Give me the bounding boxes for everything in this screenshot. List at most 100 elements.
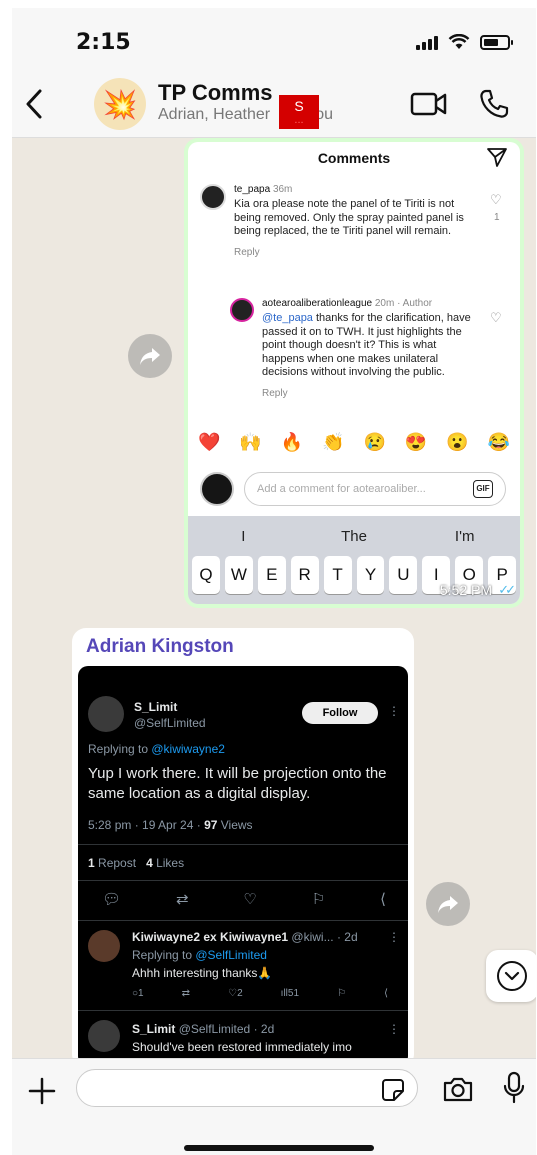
analytics-icon: ıll bbox=[280, 988, 288, 999]
suggestion: I'm bbox=[454, 527, 475, 545]
back-button[interactable] bbox=[20, 86, 50, 122]
outgoing-message-bubble[interactable]: Comments te_papa 36m Kia ora please note… bbox=[184, 138, 524, 608]
plus-icon bbox=[28, 1077, 56, 1105]
share-icon: ⟨ bbox=[380, 891, 386, 908]
emoji-surprised: 😮 bbox=[446, 432, 469, 452]
sender-name[interactable]: Adrian Kingston bbox=[86, 636, 408, 658]
share-arrow-icon bbox=[438, 896, 458, 913]
forward-button[interactable] bbox=[128, 334, 172, 378]
ig-like-count: 1 bbox=[494, 212, 500, 223]
x-likes-label: Likes bbox=[152, 856, 185, 870]
x-reply-header: S_Limit @SelfLimited · 2d bbox=[132, 1022, 274, 1036]
ig-comment-te-papa: te_papa 36m Kia ora please note the pane… bbox=[200, 184, 510, 258]
x-repost-count: 1 bbox=[88, 856, 95, 870]
x-replying-prefix: Replying to bbox=[132, 948, 196, 962]
emoji-clap: 👏 bbox=[322, 432, 345, 452]
red-overlay-badge: S ... bbox=[279, 95, 319, 129]
divider bbox=[78, 844, 408, 845]
key: W bbox=[224, 556, 253, 594]
key: T bbox=[323, 556, 352, 594]
x-likes-count: 4 bbox=[146, 856, 153, 870]
repost-icon: ⇄ bbox=[181, 988, 191, 999]
ig-comment-input-row: Add a comment for aotearoaliber... GIF bbox=[198, 470, 510, 506]
x-tweet-time: 5:28 pm · 19 Apr 24 · bbox=[88, 818, 205, 832]
ig-send-icon bbox=[487, 148, 507, 167]
key: Q bbox=[192, 556, 220, 594]
emoji-crying: 😢 bbox=[363, 432, 386, 452]
camera-icon bbox=[443, 1077, 473, 1102]
key: Y bbox=[356, 556, 385, 594]
message-input[interactable] bbox=[76, 1069, 418, 1107]
x-reply-age: · 2d bbox=[336, 930, 358, 944]
divider bbox=[78, 1010, 408, 1011]
video-call-button[interactable] bbox=[410, 90, 448, 123]
x-reply-replying-to: Replying to @SelfLimited bbox=[132, 948, 267, 962]
ig-reply-link: Reply bbox=[234, 246, 260, 258]
divider bbox=[78, 880, 408, 881]
home-indicator[interactable] bbox=[184, 1145, 374, 1151]
attach-button[interactable] bbox=[28, 1077, 56, 1110]
like-count-value: 2 bbox=[237, 988, 243, 999]
scroll-to-bottom-button[interactable] bbox=[486, 950, 536, 1002]
x-follow-button: Follow bbox=[302, 702, 378, 724]
instagram-comments-screenshot[interactable]: Comments te_papa 36m Kia ora please note… bbox=[188, 142, 520, 604]
message-list[interactable]: Comments te_papa 36m Kia ora please note… bbox=[12, 138, 536, 1058]
key: E bbox=[257, 556, 286, 594]
reply-count-value: 1 bbox=[138, 988, 144, 999]
emoji-laughing: 😂 bbox=[487, 432, 510, 452]
wifi-icon bbox=[448, 34, 470, 49]
explosion-icon: 💥 bbox=[102, 88, 138, 120]
status-icons bbox=[416, 34, 513, 50]
badge-letter: S bbox=[294, 98, 304, 114]
x-thread-screenshot[interactable]: S_Limit @SelfLimited Follow ⋮ Replying t… bbox=[78, 666, 408, 1058]
chevron-down-icon bbox=[497, 961, 527, 991]
bookmark-icon: ⚐ bbox=[337, 988, 347, 999]
suggestion: The bbox=[341, 527, 367, 545]
keyboard-suggestions: I The I'm bbox=[188, 516, 520, 556]
share-icon: ⟨ bbox=[384, 988, 388, 999]
ig-mention: @te_papa bbox=[262, 312, 313, 324]
ig-comment-author: aotearoaliberationleague 20m · Author @t… bbox=[230, 298, 520, 399]
status-bar: 2:15 bbox=[12, 8, 536, 72]
message-composer bbox=[12, 1058, 536, 1155]
x-tweet-stats: 1 Repost 4 Likes bbox=[88, 856, 184, 870]
sticker-button[interactable] bbox=[381, 1078, 405, 1107]
camera-button[interactable] bbox=[442, 1075, 474, 1108]
ig-input-placeholder: Add a comment for aotearoaliber... bbox=[257, 483, 426, 495]
x-avatar-kiwiwayne bbox=[88, 930, 120, 962]
repost-icon: ⇄ bbox=[175, 891, 189, 908]
x-reply-actions: ○1 ⇄ ♡2 ıll51 ⚐ ⟨ bbox=[132, 988, 388, 999]
phone-screen: 2:15 💥 TP Comms Adrian, Heather You S ..… bbox=[12, 8, 536, 1155]
ig-heart-icon: ♡ bbox=[490, 192, 502, 207]
x-replying-handle: @kiwiwayne2 bbox=[151, 742, 225, 756]
heart-icon: ♡ bbox=[243, 891, 257, 908]
divider bbox=[78, 920, 408, 921]
x-reply-handle: @SelfLimited bbox=[178, 1022, 251, 1036]
heart-icon: ♡ bbox=[228, 988, 238, 999]
ig-username: te_papa bbox=[234, 184, 271, 195]
x-avatar-s-limit bbox=[88, 696, 124, 732]
x-reply-text: Should've been restored immediately imo bbox=[132, 1040, 352, 1054]
incoming-message-bubble[interactable]: Adrian Kingston S_Limit @SelfLimited Fol… bbox=[72, 628, 414, 1058]
forward-button[interactable] bbox=[426, 882, 470, 926]
x-reply-text: Ahhh interesting thanks🙏 bbox=[132, 966, 273, 980]
ig-avatar-te-papa bbox=[200, 184, 226, 210]
share-arrow-icon bbox=[140, 348, 160, 365]
ig-comment-text: Kia ora please note the panel of te Tiri… bbox=[234, 198, 464, 237]
chat-title[interactable]: TP Comms bbox=[158, 80, 273, 106]
x-tweet-meta: 5:28 pm · 19 Apr 24 · 97 Views bbox=[88, 818, 253, 832]
group-avatar[interactable]: 💥 bbox=[94, 78, 146, 130]
voice-call-button[interactable] bbox=[478, 88, 510, 125]
x-action-bar: 💬︎ ⇄ ♡ ⚐ ⟨ bbox=[102, 890, 386, 908]
ig-comment-header: te_papa 36m bbox=[234, 184, 470, 195]
microphone-button[interactable] bbox=[502, 1071, 526, 1110]
cellular-signal-icon bbox=[416, 34, 438, 50]
ig-avatar-author bbox=[230, 298, 254, 322]
x-reply-name: S_Limit bbox=[132, 1022, 176, 1036]
ig-comment-header: aotearoaliberationleague 20m · Author bbox=[262, 298, 474, 309]
x-replying-prefix: Replying to bbox=[88, 742, 152, 756]
status-time: 2:15 bbox=[76, 30, 131, 55]
x-avatar-s-limit bbox=[88, 1020, 120, 1052]
x-reply-header: Kiwiwayne2 ex Kiwiwayne1 @kiwi... · 2d bbox=[132, 930, 358, 944]
battery-icon bbox=[480, 34, 513, 50]
